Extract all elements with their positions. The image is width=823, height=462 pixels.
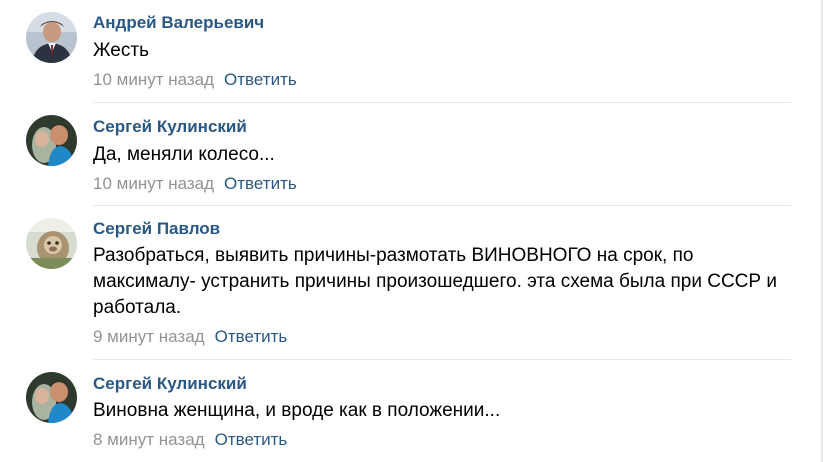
comment-meta: 8 минут назад Ответить bbox=[93, 430, 287, 450]
comment-time[interactable]: 10 минут назад bbox=[93, 174, 214, 193]
divider bbox=[93, 359, 791, 360]
reply-button[interactable]: Ответить bbox=[224, 70, 297, 89]
monkey-photo-icon bbox=[26, 218, 77, 269]
comment-text: Да, меняли колесо... bbox=[93, 144, 275, 165]
reply-button[interactable]: Ответить bbox=[215, 327, 288, 346]
comment-author[interactable]: Сергей Кулинский bbox=[93, 117, 247, 137]
comment-author[interactable]: Андрей Валерьевич bbox=[93, 13, 264, 33]
couple-photo-icon bbox=[26, 372, 77, 423]
reply-button[interactable]: Ответить bbox=[215, 430, 288, 449]
reply-button[interactable]: Ответить bbox=[224, 174, 297, 193]
comment-text: Виновна женщина, и вроде как в положении… bbox=[93, 400, 501, 421]
comment-author[interactable]: Сергей Кулинский bbox=[93, 374, 247, 394]
comment-time[interactable]: 8 минут назад bbox=[93, 430, 205, 449]
person-in-suit-icon bbox=[26, 12, 77, 63]
avatar[interactable] bbox=[26, 115, 77, 166]
comment-meta: 9 минут назад Ответить bbox=[93, 327, 287, 347]
divider bbox=[93, 205, 791, 206]
comment-author[interactable]: Сергей Павлов bbox=[93, 219, 220, 239]
comment-meta: 10 минут назад Ответить bbox=[93, 174, 297, 194]
comment-text: Жесть bbox=[93, 40, 149, 61]
comment-meta: 10 минут назад Ответить bbox=[93, 70, 297, 90]
comment-time[interactable]: 10 минут назад bbox=[93, 70, 214, 89]
comment-text: Разобраться, выявить причины-размотать В… bbox=[93, 245, 777, 318]
avatar[interactable] bbox=[26, 372, 77, 423]
avatar[interactable] bbox=[26, 218, 77, 269]
avatar[interactable] bbox=[26, 12, 77, 63]
couple-photo-icon bbox=[26, 115, 77, 166]
comments-list: Андрей Валерьевич Жесть 10 минут назад От… bbox=[0, 0, 823, 462]
comment-time[interactable]: 9 минут назад bbox=[93, 327, 205, 346]
divider bbox=[93, 102, 791, 103]
